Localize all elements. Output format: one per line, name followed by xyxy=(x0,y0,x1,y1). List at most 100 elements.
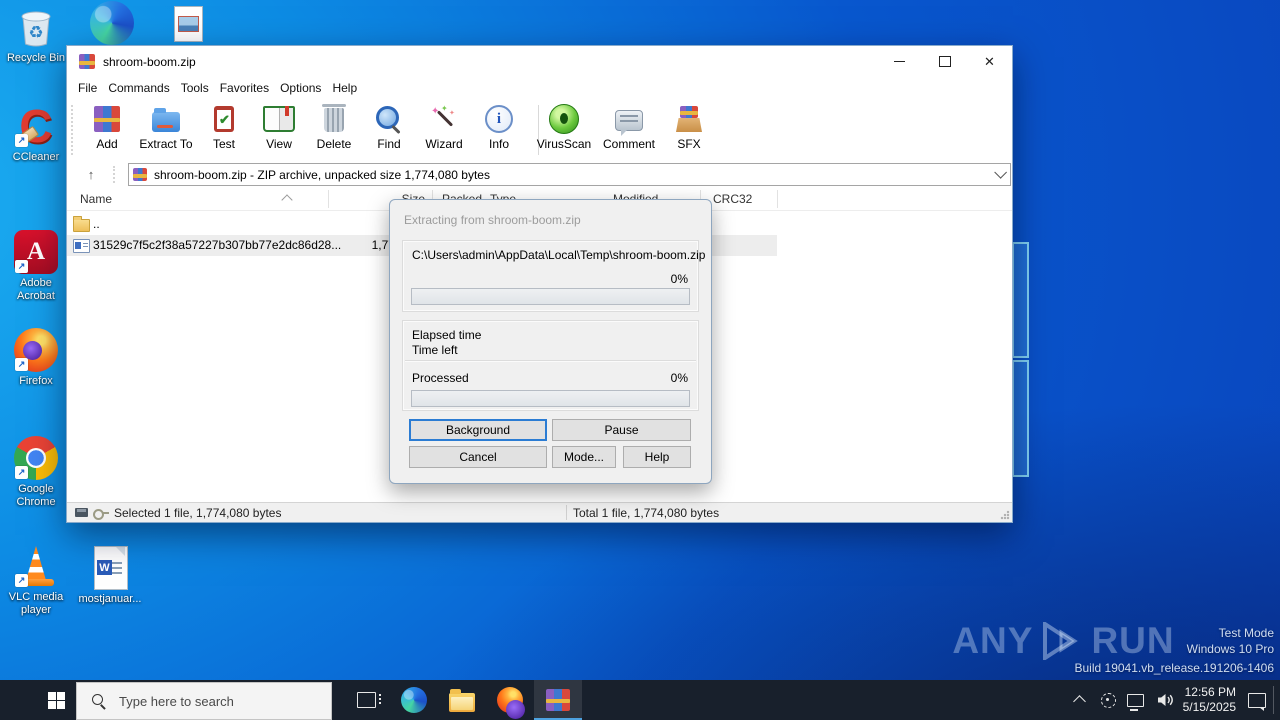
word-doc-icon: W xyxy=(88,546,132,590)
winrar-app-icon xyxy=(79,54,95,69)
column-resize-handle[interactable] xyxy=(328,190,329,208)
firefox-icon xyxy=(497,687,525,719)
image-file-icon xyxy=(166,4,210,48)
chrome-icon xyxy=(14,436,58,480)
add-archive-icon xyxy=(91,103,123,135)
recycle-bin-icon: ♻ xyxy=(14,5,58,49)
watermark-any: ANY xyxy=(952,620,1034,661)
desktop-icon-label: Google Chrome xyxy=(16,483,56,508)
cancel-button[interactable]: Cancel xyxy=(409,446,547,468)
pause-button[interactable]: Pause xyxy=(552,419,691,441)
desktop-icon-word-doc[interactable]: W mostjanuar... xyxy=(74,546,146,606)
status-selected: Selected 1 file, 1,774,080 bytes xyxy=(114,506,282,520)
toolbar-add-button[interactable]: Add xyxy=(78,103,136,157)
menu-commands[interactable]: Commands xyxy=(108,81,169,95)
desktop-icon-recycle-bin[interactable]: ♻ Recycle Bin xyxy=(0,5,72,65)
volume-icon[interactable] xyxy=(1157,693,1174,707)
watermark-run: RUN xyxy=(1091,620,1175,661)
edge-icon xyxy=(90,1,134,45)
toolbar: Add Extract To Test View Delete Find xyxy=(67,99,1012,162)
taskbar-file-explorer[interactable] xyxy=(438,680,486,720)
desktop-icon-adobe-acrobat[interactable]: A Adobe Acrobat xyxy=(0,230,72,303)
task-view-button[interactable] xyxy=(342,680,390,720)
mode-button[interactable]: Mode... xyxy=(552,446,616,468)
taskbar-search[interactable] xyxy=(76,682,332,720)
shortcut-arrow-icon xyxy=(15,358,28,371)
toolbar-extract-to-button[interactable]: Extract To xyxy=(135,103,197,157)
desktop-icon-ccleaner[interactable]: C CCleaner xyxy=(0,103,72,164)
desktop-icon-google-chrome[interactable]: Google Chrome xyxy=(0,436,72,509)
archive-address-combo[interactable]: shroom-boom.zip - ZIP archive, unpacked … xyxy=(128,163,1011,186)
info-icon: i xyxy=(483,103,515,135)
action-center-icon[interactable] xyxy=(1248,693,1266,711)
toolbar-test-button[interactable]: Test xyxy=(195,103,253,157)
address-row: ↑ shroom-boom.zip - ZIP archive, unpacke… xyxy=(67,161,1012,188)
total-progress-bar xyxy=(411,390,690,407)
group-separator xyxy=(405,360,696,362)
watermark-mode: Test Mode xyxy=(1218,626,1274,640)
menu-favorites[interactable]: Favorites xyxy=(220,81,269,95)
test-clipboard-icon xyxy=(208,103,240,135)
tray-expand-icon[interactable] xyxy=(1073,695,1086,708)
elapsed-time-label: Elapsed time xyxy=(412,328,482,342)
desktop-icon-vlc[interactable]: VLC media player xyxy=(0,544,72,617)
taskbar-firefox[interactable] xyxy=(486,680,534,720)
windows-logo-icon xyxy=(47,691,65,709)
resize-grip[interactable] xyxy=(1000,510,1010,520)
key-icon[interactable] xyxy=(93,508,109,520)
dialog-title: Extracting from shroom-boom.zip xyxy=(404,213,581,227)
toolbar-delete-button[interactable]: Delete xyxy=(305,103,363,157)
edge-icon xyxy=(401,687,427,713)
clock-date: 5/15/2025 xyxy=(1182,700,1236,714)
minimize-button[interactable] xyxy=(877,46,922,77)
toolbar-find-button[interactable]: Find xyxy=(360,103,418,157)
start-button[interactable] xyxy=(36,680,76,720)
toolbar-comment-button[interactable]: Comment xyxy=(598,103,660,157)
view-book-icon xyxy=(263,103,295,135)
shortcut-arrow-icon xyxy=(15,134,28,147)
taskbar-clock[interactable]: 12:56 PM 5/15/2025 xyxy=(1176,685,1236,715)
desktop-icon-label: Firefox xyxy=(19,375,53,387)
title-bar[interactable]: shroom-boom.zip xyxy=(67,46,1012,77)
current-file-group: C:\Users\admin\AppData\Local\Temp\shroom… xyxy=(402,240,705,312)
toolbar-wizard-button[interactable]: ✦ ✦ ✦ Wizard xyxy=(415,103,473,157)
wallpaper-window-logo-pane xyxy=(1012,242,1029,358)
taskbar-edge[interactable] xyxy=(390,680,438,720)
desktop-icon-label: Adobe Acrobat xyxy=(17,277,55,302)
processed-percent: 0% xyxy=(670,371,688,385)
desktop-icon-label: CCleaner xyxy=(12,151,60,163)
background-button[interactable]: Background xyxy=(409,419,547,441)
winrar-icon xyxy=(546,689,570,711)
desktop-icon-edge[interactable] xyxy=(78,1,146,45)
menu-help[interactable]: Help xyxy=(332,81,357,95)
search-input[interactable] xyxy=(117,692,311,710)
find-magnifier-icon xyxy=(373,103,405,135)
address-gripper xyxy=(113,166,115,183)
desktop-icon-firefox[interactable]: Firefox xyxy=(0,328,72,388)
toolbar-view-button[interactable]: View xyxy=(250,103,308,157)
close-button[interactable]: ✕ xyxy=(967,46,1012,77)
menu-tools[interactable]: Tools xyxy=(181,81,209,95)
task-view-icon xyxy=(356,692,381,708)
column-resize-handle[interactable] xyxy=(777,190,778,208)
maximize-button[interactable] xyxy=(922,46,967,77)
shortcut-arrow-icon xyxy=(15,466,28,479)
column-crc32[interactable]: CRC32 xyxy=(713,192,752,206)
watermark-os: Windows 10 Pro xyxy=(1186,642,1274,656)
menu-file[interactable]: File xyxy=(78,81,97,95)
menu-options[interactable]: Options xyxy=(280,81,321,95)
help-button[interactable]: Help xyxy=(623,446,691,468)
column-name[interactable]: Name xyxy=(80,192,112,206)
show-desktop-button[interactable] xyxy=(1273,686,1274,714)
up-directory-button[interactable]: ↑ xyxy=(79,164,103,185)
toolbar-sfx-button[interactable]: SFX xyxy=(660,103,718,157)
extract-progress-dialog: Extracting from shroom-boom.zip C:\Users… xyxy=(389,199,712,484)
network-icon[interactable] xyxy=(1127,694,1144,711)
taskbar: 12:56 PM 5/15/2025 xyxy=(0,680,1280,720)
toolbar-info-button[interactable]: i Info xyxy=(470,103,528,157)
desktop-icon-image-file[interactable] xyxy=(158,4,218,48)
tray-agent-icon[interactable] xyxy=(1101,693,1116,708)
toolbar-virusscan-button[interactable]: VirusScan xyxy=(533,103,595,157)
taskbar-winrar-active[interactable] xyxy=(534,680,582,720)
desktop: ♻ Recycle Bin C CCleaner A Adobe Acrobat… xyxy=(0,0,1280,720)
